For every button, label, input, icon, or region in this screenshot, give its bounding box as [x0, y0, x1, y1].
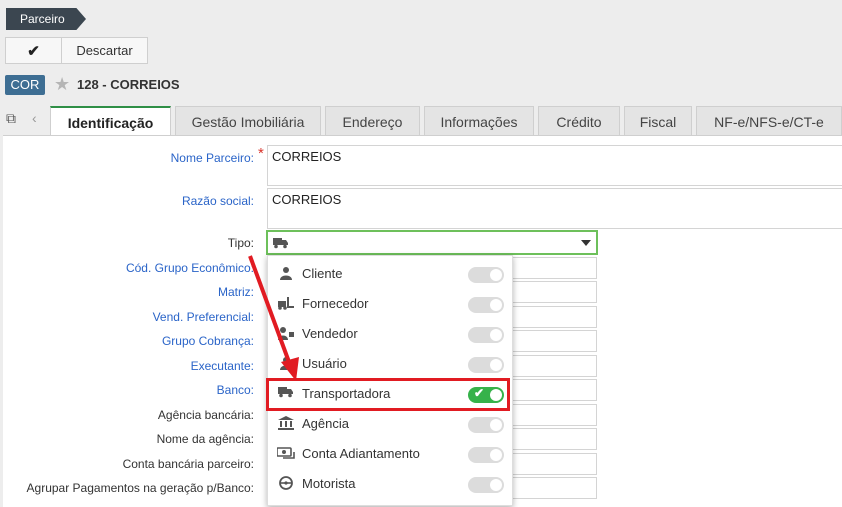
label-executante: Executante:: [190, 359, 254, 373]
label-nome-agencia: Nome da agência:: [156, 432, 254, 446]
option-label: Cliente: [302, 266, 343, 281]
tipo-option-usuario[interactable]: Usuário: [268, 349, 512, 379]
label-cod-grupo: Cód. Grupo Econômico:: [125, 261, 254, 275]
option-label: Usuário: [302, 356, 347, 371]
option-label: Conta Adiantamento: [302, 446, 420, 461]
toggle-conta-adiantamento[interactable]: [468, 447, 504, 463]
confirm-button[interactable]: ✔: [5, 37, 62, 64]
star-icon[interactable]: ★: [54, 73, 70, 95]
label-agencia-bancaria: Agência bancária:: [157, 408, 254, 422]
label-banco: Banco:: [216, 383, 254, 397]
toggle-usuario[interactable]: [468, 357, 504, 373]
tipo-option-motorista[interactable]: Motorista: [268, 469, 512, 499]
toggle-motorista[interactable]: [468, 477, 504, 493]
breadcrumb-parceiro[interactable]: Parceiro: [6, 8, 86, 30]
label-tipo: Tipo:: [227, 236, 254, 250]
tab-nfe[interactable]: NF-e/NFS-e/CT-e: [696, 106, 842, 136]
tab-bar: ⧉ ‹ Identificação Gestão Imobiliária End…: [0, 104, 842, 137]
chevron-left-icon[interactable]: ‹: [32, 110, 37, 126]
discard-button[interactable]: Descartar: [62, 37, 148, 64]
tab-endereco[interactable]: Endereço: [325, 106, 420, 136]
razao-social-value: CORREIOS: [272, 192, 342, 207]
option-label: Agência: [302, 416, 349, 431]
label-matriz: Matriz:: [218, 285, 254, 299]
tipo-select[interactable]: [266, 230, 598, 255]
nome-parceiro-field[interactable]: CORREIOS: [267, 145, 842, 186]
bank-icon: [277, 416, 295, 432]
check-icon: ✔: [27, 42, 40, 60]
forklift-icon: [277, 296, 295, 312]
tab-credito[interactable]: Crédito: [538, 106, 620, 136]
label-conta-bancaria: Conta bancária parceiro:: [122, 457, 254, 471]
required-marker: *: [258, 145, 264, 162]
label-vend-preferencial: Vend. Preferencial:: [152, 310, 254, 324]
truck-icon: [273, 238, 288, 249]
tipo-option-conta-adiantamento[interactable]: Conta Adiantamento: [268, 439, 512, 469]
option-label: Fornecedor: [302, 296, 369, 311]
toggle-fornecedor[interactable]: [468, 297, 504, 313]
record-title: 128 - CORREIOS: [77, 77, 180, 92]
option-label: Motorista: [302, 476, 356, 491]
razao-social-field[interactable]: CORREIOS: [267, 188, 842, 229]
person-icon: [277, 266, 295, 282]
tab-informacoes[interactable]: Informações: [424, 106, 534, 136]
salesperson-icon: [277, 326, 295, 342]
record-badge: COR: [5, 75, 45, 95]
tab-fiscal[interactable]: Fiscal: [624, 106, 692, 136]
toggle-agencia[interactable]: [468, 417, 504, 433]
tipo-option-fornecedor[interactable]: Fornecedor: [268, 289, 512, 319]
highlight-box: [266, 378, 510, 411]
toggle-vendedor[interactable]: [468, 327, 504, 343]
money-icon: [276, 446, 295, 462]
tab-gestao-imobiliaria[interactable]: Gestão Imobiliária: [175, 106, 321, 136]
tab-identificacao[interactable]: Identificação: [50, 106, 171, 137]
copy-icon[interactable]: ⧉: [6, 110, 16, 127]
tipo-option-vendedor[interactable]: Vendedor: [268, 319, 512, 349]
chevron-down-icon: [581, 240, 591, 246]
toggle-cliente[interactable]: [468, 267, 504, 283]
label-agrupar-pagamentos: Agrupar Pagamentos na geração p/Banco:: [26, 481, 254, 495]
label-razao-social: Razão social:: [181, 194, 254, 208]
toolbar: ✔ Descartar: [5, 37, 148, 64]
option-label: Vendedor: [302, 326, 358, 341]
label-grupo-cobranca: Grupo Cobrança:: [161, 334, 254, 348]
nome-parceiro-value: CORREIOS: [272, 149, 342, 164]
label-nome-parceiro: Nome Parceiro:: [170, 151, 254, 165]
tipo-option-cliente[interactable]: Cliente: [268, 259, 512, 289]
tipo-option-agencia[interactable]: Agência: [268, 409, 512, 439]
user-icon: [277, 356, 295, 372]
steering-wheel-icon: [277, 476, 295, 492]
